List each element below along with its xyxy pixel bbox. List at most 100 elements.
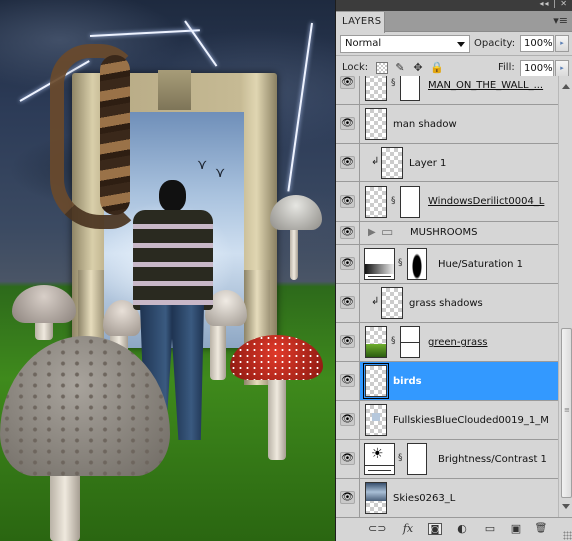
layer-name[interactable]: green-grass <box>428 337 488 348</box>
opacity-input[interactable]: 100% <box>520 35 554 52</box>
visibility-toggle[interactable]: 👁 <box>336 182 360 221</box>
visibility-toggle[interactable]: 👁 <box>336 479 360 517</box>
link-icon[interactable]: § <box>391 336 399 346</box>
snake-body <box>100 55 130 215</box>
visibility-toggle[interactable]: 👁 <box>336 440 360 478</box>
scroll-down-arrow-icon[interactable] <box>562 504 570 509</box>
grip-icon: ≡ <box>564 406 570 414</box>
blend-mode-select[interactable]: Normal <box>340 35 470 53</box>
lock-position-icon[interactable]: ✥ <box>412 62 424 74</box>
chevron-down-icon <box>457 42 465 47</box>
fill-input[interactable]: 100% <box>520 60 554 77</box>
tab-layers[interactable]: LAYERS <box>336 12 385 33</box>
layer-name[interactable]: Brightness/Contrast 1 <box>438 454 547 465</box>
eye-icon[interactable]: 👁 <box>340 413 355 426</box>
panel-title-bar[interactable]: ◂◂ | ✕ <box>336 0 572 11</box>
layer-name[interactable]: WindowsDerilict0004_L <box>428 196 544 207</box>
eye-icon[interactable]: 👁 <box>340 491 355 504</box>
layer-row[interactable]: 👁 § MAN_ON_THE_WALL_... <box>336 76 558 105</box>
new-layer-icon[interactable]: ▣ <box>508 523 524 535</box>
layer-mask-thumbnail[interactable] <box>400 186 420 218</box>
blend-mode-value: Normal <box>345 38 382 49</box>
visibility-toggle[interactable]: 👁 <box>336 323 360 361</box>
layer-row[interactable]: 👁 § Hue/Saturation 1 <box>336 245 558 284</box>
hue-saturation-adjustment-icon <box>364 248 395 280</box>
layers-scrollbar[interactable]: ≡ <box>558 76 572 517</box>
panel-menu-icon[interactable]: ▾≡ <box>553 14 568 27</box>
eye-icon[interactable]: 👁 <box>340 335 355 348</box>
layer-thumbnail <box>381 147 403 179</box>
visibility-toggle[interactable]: 👁 <box>336 245 360 283</box>
link-icon[interactable]: § <box>391 78 399 88</box>
doorway-keystone <box>158 70 191 110</box>
lock-transparency-icon[interactable] <box>376 62 388 74</box>
visibility-toggle[interactable]: 👁 <box>336 222 360 244</box>
scroll-up-arrow-icon[interactable] <box>562 84 570 89</box>
folder-icon: ▭ <box>381 225 394 240</box>
link-layers-icon[interactable]: ⊂⊃ <box>368 523 386 535</box>
lock-image-pixels-icon[interactable]: ✎ <box>394 62 406 74</box>
layer-name[interactable]: birds <box>393 376 422 387</box>
opacity-slider-arrow[interactable]: ▸ <box>555 35 569 52</box>
link-icon[interactable]: § <box>398 453 406 463</box>
layer-name[interactable]: Hue/Saturation 1 <box>438 259 523 270</box>
visibility-toggle[interactable]: 👁 <box>336 105 360 143</box>
layer-row[interactable]: 👁 § green-grass <box>336 323 558 362</box>
layer-row[interactable]: 👁 FullskiesBlueClouded0019_1_M <box>336 401 558 440</box>
layer-thumbnail <box>363 363 389 399</box>
fill-slider-arrow[interactable]: ▸ <box>555 60 569 77</box>
layer-mask-thumbnail[interactable] <box>407 443 427 475</box>
scrollbar-thumb[interactable]: ≡ <box>561 328 572 498</box>
eye-icon[interactable]: 👁 <box>340 452 355 465</box>
layer-group-row[interactable]: 👁 ▶ ▭ MUSHROOMS <box>336 222 558 245</box>
lock-label: Lock: <box>342 62 369 73</box>
eye-icon[interactable]: 👁 <box>340 195 355 208</box>
layer-name[interactable]: Skies0263_L <box>393 493 455 504</box>
layer-row[interactable]: 👁 ↲ grass shadows <box>336 284 558 323</box>
layer-name[interactable]: MAN_ON_THE_WALL_... <box>428 80 543 91</box>
visibility-toggle[interactable]: 👁 <box>336 362 360 400</box>
layer-mask-thumbnail[interactable] <box>400 326 420 358</box>
document-canvas[interactable]: ⋎ ⋎ <box>0 0 335 541</box>
new-group-icon[interactable]: ▭ <box>482 523 498 535</box>
lock-all-icon[interactable]: 🔒 <box>430 62 444 74</box>
eye-icon[interactable]: 👁 <box>340 257 355 270</box>
layer-thumbnail <box>381 287 403 319</box>
add-mask-icon[interactable]: ◙ <box>428 523 442 535</box>
visibility-toggle[interactable]: 👁 <box>336 144 360 181</box>
mushroom-stem <box>210 320 226 380</box>
layer-name[interactable]: grass shadows <box>409 298 483 309</box>
visibility-toggle[interactable]: 👁 <box>336 76 360 104</box>
layer-name[interactable]: MUSHROOMS <box>410 227 477 238</box>
eye-icon[interactable]: 👁 <box>340 226 355 239</box>
trash-icon[interactable]: 🗑 <box>534 523 548 535</box>
layer-thumbnail <box>365 326 387 358</box>
eye-icon[interactable]: 👁 <box>340 296 355 309</box>
expand-triangle-icon[interactable]: ▶ <box>368 227 376 238</box>
fx-layer-style-icon[interactable]: fx <box>399 523 417 535</box>
layer-row[interactable]: 👁 Skies0263_L <box>336 479 558 517</box>
link-icon[interactable]: § <box>391 196 399 206</box>
new-adjustment-layer-icon[interactable]: ◐ <box>454 523 470 535</box>
layer-mask-thumbnail[interactable] <box>400 76 420 101</box>
layer-row[interactable]: 👁 ↲ Layer 1 <box>336 144 558 182</box>
layer-mask-thumbnail[interactable] <box>407 248 427 280</box>
eye-icon[interactable]: 👁 <box>340 156 355 169</box>
layer-name[interactable]: FullskiesBlueClouded0019_1_M <box>393 415 549 426</box>
link-icon[interactable]: § <box>398 258 406 268</box>
panel-collapse-close-controls[interactable]: ◂◂ | ✕ <box>539 0 568 8</box>
mushroom-stem <box>268 370 286 460</box>
eye-icon[interactable]: 👁 <box>340 374 355 387</box>
eye-icon[interactable]: 👁 <box>340 117 355 130</box>
layer-thumbnail <box>365 482 387 514</box>
layer-name[interactable]: man shadow <box>393 119 457 130</box>
visibility-toggle[interactable]: 👁 <box>336 401 360 439</box>
layer-name[interactable]: Layer 1 <box>409 158 446 169</box>
eye-icon[interactable]: 👁 <box>340 76 355 89</box>
layer-row[interactable]: 👁 ☀ § Brightness/Contrast 1 <box>336 440 558 479</box>
layer-row-selected[interactable]: 👁 birds <box>336 362 558 401</box>
visibility-toggle[interactable]: 👁 <box>336 284 360 322</box>
layer-row[interactable]: 👁 § WindowsDerilict0004_L <box>336 182 558 222</box>
layer-row[interactable]: 👁 man shadow <box>336 105 558 144</box>
resize-grip[interactable] <box>563 531 572 540</box>
